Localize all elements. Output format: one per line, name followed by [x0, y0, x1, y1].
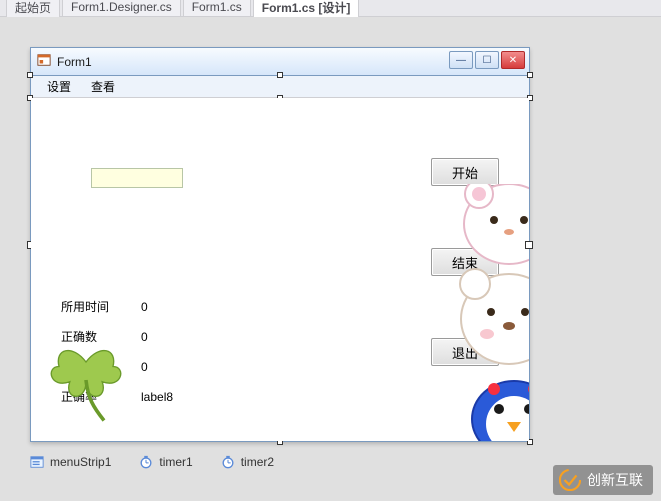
start-button[interactable]: 开始: [431, 158, 499, 186]
input-textbox[interactable]: [91, 168, 183, 188]
stat-wrong-label: 错误数: [61, 358, 121, 375]
tray-timer1[interactable]: timer1: [139, 455, 192, 469]
menu-settings[interactable]: 设置: [37, 76, 81, 97]
maximize-button[interactable]: ☐: [475, 51, 499, 69]
stat-rate-value: label8: [141, 390, 173, 404]
watermark-logo-icon: [559, 469, 581, 491]
end-button[interactable]: 结束: [431, 248, 499, 276]
stat-wrong-value: 0: [141, 360, 148, 374]
watermark: 创新互联: [553, 465, 653, 495]
menu-view[interactable]: 查看: [81, 76, 125, 97]
stat-correct-value: 0: [141, 330, 148, 344]
form-title: Form1: [57, 55, 92, 69]
minimize-button[interactable]: —: [449, 51, 473, 69]
ide-tab-design[interactable]: Form1.cs [设计]: [253, 0, 360, 18]
stat-rate-label: 正确率: [61, 388, 121, 405]
ide-tab-strip: 起始页 Form1.Designer.cs Form1.cs Form1.cs …: [0, 0, 661, 17]
form-icon: [37, 53, 57, 70]
timer-icon: [139, 455, 153, 469]
designer-surface: Form1 — ☐ ✕ 设置 查看 开始 结束 退出 所用时间: [0, 17, 661, 501]
tray-timer2[interactable]: timer2: [221, 455, 274, 469]
ide-tab-designer[interactable]: Form1.Designer.cs: [62, 0, 181, 16]
stat-wrong: 错误数 0: [61, 358, 148, 375]
stat-rate: 正确率 label8: [61, 388, 173, 405]
menustrip-icon: [30, 455, 44, 469]
stat-time-label: 所用时间: [61, 298, 121, 315]
form-window[interactable]: Form1 — ☐ ✕ 设置 查看 开始 结束 退出 所用时间: [30, 47, 530, 442]
exit-button[interactable]: 退出: [431, 338, 499, 366]
tray-menustrip[interactable]: menuStrip1: [30, 455, 111, 469]
stat-time-value: 0: [141, 300, 148, 314]
timer-icon: [221, 455, 235, 469]
stat-correct: 正确数 0: [61, 328, 148, 345]
cartoon-characters: [439, 184, 529, 441]
ide-tab-start[interactable]: 起始页: [6, 0, 60, 18]
form-client-area: 开始 结束 退出 所用时间 0 正确数 0 错误数 0 正确率 label8: [31, 98, 529, 441]
stat-correct-label: 正确数: [61, 328, 121, 345]
ide-tab-code[interactable]: Form1.cs: [183, 0, 251, 16]
menu-strip[interactable]: 设置 查看: [31, 76, 529, 98]
stat-time: 所用时间 0: [61, 298, 148, 315]
close-button[interactable]: ✕: [501, 51, 525, 69]
